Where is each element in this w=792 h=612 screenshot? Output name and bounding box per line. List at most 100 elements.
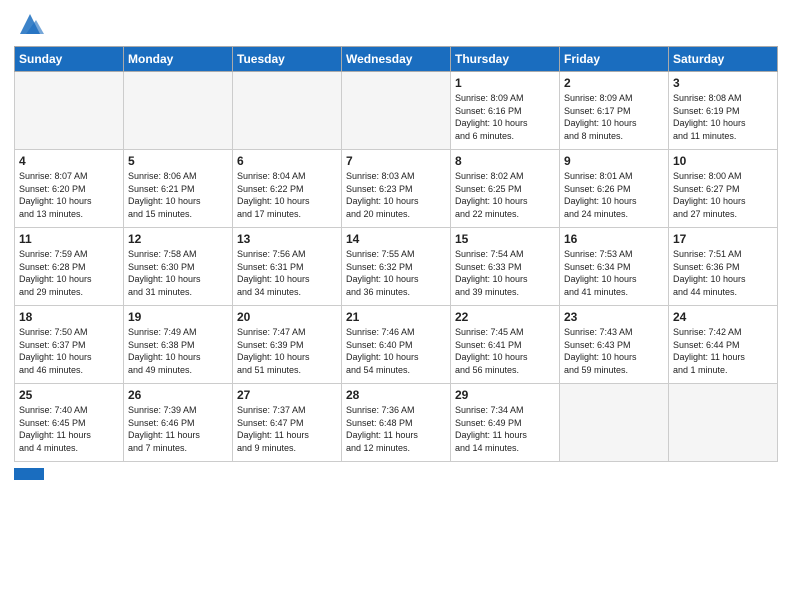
day-cell: 16Sunrise: 7:53 AM Sunset: 6:34 PM Dayli… — [560, 228, 669, 306]
day-cell: 11 Sunrise: 7:59 AM Sunset: 6:28 PM Dayli… — [15, 228, 124, 306]
calendar-body: 1 Sunrise: 8:09 AM Sunset: 6:16 PM Daylig… — [15, 72, 778, 462]
day-cell — [15, 72, 124, 150]
day-cell: 7 Sunrise: 8:03 AM Sunset: 6:23 PM Daylig… — [342, 150, 451, 228]
day-cell: 25 Sunrise: 7:40 AM Sunset: 6:45 PM Dayli… — [15, 384, 124, 462]
day-number: 17 — [673, 232, 773, 246]
day-cell: 17Sunrise: 7:51 AM Sunset: 6:36 PM Dayli… — [669, 228, 778, 306]
week-row-4: 18 Sunrise: 7:50 AM Sunset: 6:37 PM Dayli… — [15, 306, 778, 384]
day-number: 24 — [673, 310, 773, 324]
page: SundayMondayTuesdayWednesdayThursdayFrid… — [0, 0, 792, 612]
day-number: 26 — [128, 388, 228, 402]
day-detail: Sunrise: 7:46 AM Sunset: 6:40 PM Dayligh… — [346, 326, 446, 376]
logo — [14, 10, 44, 38]
day-number: 27 — [237, 388, 337, 402]
day-cell — [342, 72, 451, 150]
day-number: 29 — [455, 388, 555, 402]
day-detail: Sunrise: 7:49 AM Sunset: 6:38 PM Dayligh… — [128, 326, 228, 376]
header-cell-saturday: Saturday — [669, 47, 778, 72]
day-detail: Sunrise: 8:01 AM Sunset: 6:26 PM Dayligh… — [564, 170, 664, 220]
header-cell-wednesday: Wednesday — [342, 47, 451, 72]
footer — [14, 468, 778, 480]
day-number: 1 — [455, 76, 555, 90]
day-cell: 14 Sunrise: 7:55 AM Sunset: 6:32 PM Dayli… — [342, 228, 451, 306]
day-detail: Sunrise: 7:40 AM Sunset: 6:45 PM Dayligh… — [19, 404, 119, 454]
day-cell: 22 Sunrise: 7:45 AM Sunset: 6:41 PM Dayli… — [451, 306, 560, 384]
week-row-1: 1 Sunrise: 8:09 AM Sunset: 6:16 PM Daylig… — [15, 72, 778, 150]
day-number: 6 — [237, 154, 337, 168]
day-cell: 28 Sunrise: 7:36 AM Sunset: 6:48 PM Dayli… — [342, 384, 451, 462]
day-detail: Sunrise: 7:36 AM Sunset: 6:48 PM Dayligh… — [346, 404, 446, 454]
day-number: 3 — [673, 76, 773, 90]
week-row-2: 4Sunrise: 8:07 AM Sunset: 6:20 PM Daylig… — [15, 150, 778, 228]
day-cell — [560, 384, 669, 462]
day-number: 2 — [564, 76, 664, 90]
day-cell: 9 Sunrise: 8:01 AM Sunset: 6:26 PM Daylig… — [560, 150, 669, 228]
day-number: 22 — [455, 310, 555, 324]
day-detail: Sunrise: 8:03 AM Sunset: 6:23 PM Dayligh… — [346, 170, 446, 220]
day-detail: Sunrise: 7:56 AM Sunset: 6:31 PM Dayligh… — [237, 248, 337, 298]
header-row: SundayMondayTuesdayWednesdayThursdayFrid… — [15, 47, 778, 72]
day-detail: Sunrise: 7:37 AM Sunset: 6:47 PM Dayligh… — [237, 404, 337, 454]
day-number: 18 — [19, 310, 119, 324]
day-detail: Sunrise: 8:02 AM Sunset: 6:25 PM Dayligh… — [455, 170, 555, 220]
day-number: 5 — [128, 154, 228, 168]
day-number: 8 — [455, 154, 555, 168]
day-cell: 15 Sunrise: 7:54 AM Sunset: 6:33 PM Dayli… — [451, 228, 560, 306]
day-number: 7 — [346, 154, 446, 168]
day-cell: 12Sunrise: 7:58 AM Sunset: 6:30 PM Dayli… — [124, 228, 233, 306]
day-detail: Sunrise: 7:55 AM Sunset: 6:32 PM Dayligh… — [346, 248, 446, 298]
day-detail: Sunrise: 8:09 AM Sunset: 6:17 PM Dayligh… — [564, 92, 664, 142]
day-detail: Sunrise: 8:08 AM Sunset: 6:19 PM Dayligh… — [673, 92, 773, 142]
header-cell-monday: Monday — [124, 47, 233, 72]
day-number: 13 — [237, 232, 337, 246]
day-detail: Sunrise: 8:04 AM Sunset: 6:22 PM Dayligh… — [237, 170, 337, 220]
day-cell: 19Sunrise: 7:49 AM Sunset: 6:38 PM Dayli… — [124, 306, 233, 384]
logo-icon — [16, 10, 44, 38]
header-cell-thursday: Thursday — [451, 47, 560, 72]
day-number: 12 — [128, 232, 228, 246]
day-number: 11 — [19, 232, 119, 246]
day-detail: Sunrise: 7:43 AM Sunset: 6:43 PM Dayligh… — [564, 326, 664, 376]
day-detail: Sunrise: 7:50 AM Sunset: 6:37 PM Dayligh… — [19, 326, 119, 376]
day-cell: 18 Sunrise: 7:50 AM Sunset: 6:37 PM Dayli… — [15, 306, 124, 384]
day-cell: 10 Sunrise: 8:00 AM Sunset: 6:27 PM Dayli… — [669, 150, 778, 228]
header-cell-friday: Friday — [560, 47, 669, 72]
day-detail: Sunrise: 7:59 AM Sunset: 6:28 PM Dayligh… — [19, 248, 119, 298]
day-detail: Sunrise: 8:07 AM Sunset: 6:20 PM Dayligh… — [19, 170, 119, 220]
day-number: 10 — [673, 154, 773, 168]
day-cell: 21 Sunrise: 7:46 AM Sunset: 6:40 PM Dayli… — [342, 306, 451, 384]
day-detail: Sunrise: 7:45 AM Sunset: 6:41 PM Dayligh… — [455, 326, 555, 376]
day-cell: 13 Sunrise: 7:56 AM Sunset: 6:31 PM Dayli… — [233, 228, 342, 306]
day-number: 23 — [564, 310, 664, 324]
day-detail: Sunrise: 7:54 AM Sunset: 6:33 PM Dayligh… — [455, 248, 555, 298]
day-detail: Sunrise: 8:06 AM Sunset: 6:21 PM Dayligh… — [128, 170, 228, 220]
header — [14, 10, 778, 38]
day-detail: Sunrise: 8:09 AM Sunset: 6:16 PM Dayligh… — [455, 92, 555, 142]
week-row-5: 25 Sunrise: 7:40 AM Sunset: 6:45 PM Dayli… — [15, 384, 778, 462]
day-cell: 8 Sunrise: 8:02 AM Sunset: 6:25 PM Daylig… — [451, 150, 560, 228]
day-number: 14 — [346, 232, 446, 246]
header-cell-tuesday: Tuesday — [233, 47, 342, 72]
header-cell-sunday: Sunday — [15, 47, 124, 72]
day-number: 16 — [564, 232, 664, 246]
day-cell: 1 Sunrise: 8:09 AM Sunset: 6:16 PM Daylig… — [451, 72, 560, 150]
day-detail: Sunrise: 7:47 AM Sunset: 6:39 PM Dayligh… — [237, 326, 337, 376]
legend-bar — [14, 468, 44, 480]
day-cell: 5 Sunrise: 8:06 AM Sunset: 6:21 PM Daylig… — [124, 150, 233, 228]
day-number: 15 — [455, 232, 555, 246]
day-cell: 20Sunrise: 7:47 AM Sunset: 6:39 PM Dayli… — [233, 306, 342, 384]
day-cell: 2 Sunrise: 8:09 AM Sunset: 6:17 PM Daylig… — [560, 72, 669, 150]
day-cell — [124, 72, 233, 150]
calendar-header: SundayMondayTuesdayWednesdayThursdayFrid… — [15, 47, 778, 72]
day-cell: 4Sunrise: 8:07 AM Sunset: 6:20 PM Daylig… — [15, 150, 124, 228]
day-cell: 29Sunrise: 7:34 AM Sunset: 6:49 PM Dayli… — [451, 384, 560, 462]
day-number: 28 — [346, 388, 446, 402]
day-detail: Sunrise: 7:42 AM Sunset: 6:44 PM Dayligh… — [673, 326, 773, 376]
day-detail: Sunrise: 7:39 AM Sunset: 6:46 PM Dayligh… — [128, 404, 228, 454]
calendar-table: SundayMondayTuesdayWednesdayThursdayFrid… — [14, 46, 778, 462]
day-number: 9 — [564, 154, 664, 168]
day-number: 21 — [346, 310, 446, 324]
day-detail: Sunrise: 8:00 AM Sunset: 6:27 PM Dayligh… — [673, 170, 773, 220]
day-cell: 3 Sunrise: 8:08 AM Sunset: 6:19 PM Daylig… — [669, 72, 778, 150]
day-number: 25 — [19, 388, 119, 402]
